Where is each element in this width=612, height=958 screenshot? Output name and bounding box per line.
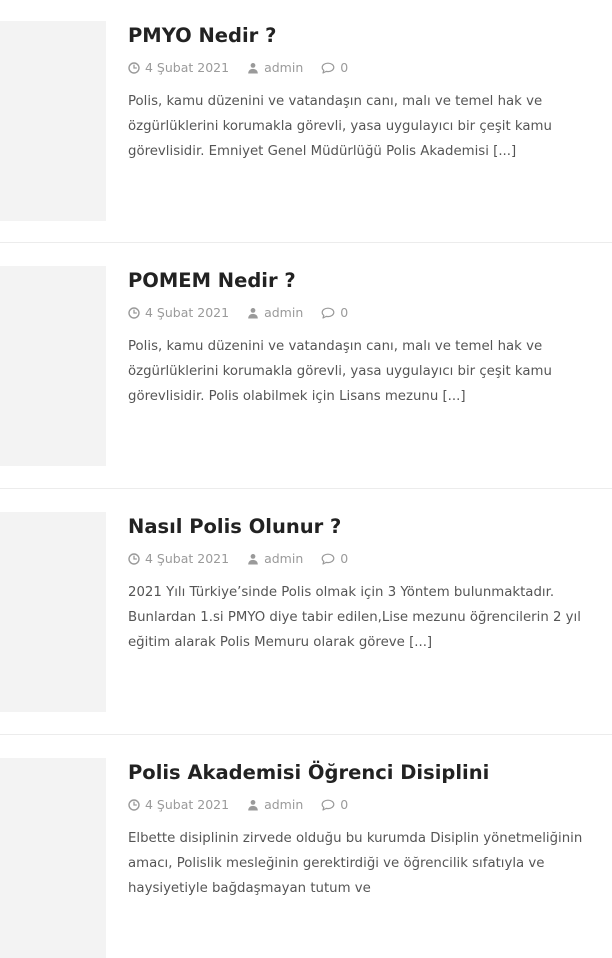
post-author[interactable]: admin: [247, 59, 303, 77]
clock-icon: [128, 799, 140, 811]
post-excerpt-text: Polis, kamu düzenini ve vatandaşın canı,…: [128, 339, 552, 404]
post-thumbnail[interactable]: [0, 758, 106, 958]
clock-icon: [128, 553, 140, 565]
clock-icon: [128, 307, 140, 319]
post-excerpt: Polis, kamu düzenini ve vatandaşın canı,…: [128, 89, 604, 164]
post-date: 4 Şubat 2021: [128, 304, 229, 322]
clock-icon: [128, 62, 140, 74]
post-meta: 4 Şubat 2021 admin 0: [128, 550, 366, 568]
post-excerpt-text: 2021 Yılı Türkiye’sinde Polis olmak için…: [128, 585, 581, 650]
post-date-text: 4 Şubat 2021: [145, 797, 230, 812]
post-divider: [0, 242, 612, 243]
post-date-text: 4 Şubat 2021: [145, 60, 230, 75]
read-more-link[interactable]: [...]: [409, 635, 432, 650]
post-excerpt-text: Polis, kamu düzenini ve vatandaşın canı,…: [128, 94, 552, 159]
post-meta: 4 Şubat 2021 admin 0: [128, 59, 366, 77]
post-excerpt: 2021 Yılı Türkiye’sinde Polis olmak için…: [128, 580, 604, 655]
post-comments-count: 0: [340, 60, 349, 75]
post-author-text: admin: [264, 60, 304, 75]
read-more-link[interactable]: [...]: [493, 144, 516, 159]
user-icon: [248, 63, 258, 74]
post-meta: 4 Şubat 2021 admin 0: [128, 304, 366, 322]
post-item: POMEM Nedir ? 4 Şubat 2021 admin 0 Polis…: [0, 266, 612, 466]
read-more-link[interactable]: [...]: [442, 389, 465, 404]
post-date: 4 Şubat 2021: [128, 550, 229, 568]
post-date-text: 4 Şubat 2021: [145, 305, 230, 320]
post-meta: 4 Şubat 2021 admin 0: [128, 796, 366, 814]
post-excerpt: Polis, kamu düzenini ve vatandaşın canı,…: [128, 334, 604, 409]
post-title[interactable]: PMYO Nedir ?: [128, 22, 276, 50]
post-comments[interactable]: 0: [321, 304, 348, 322]
post-comments-count: 0: [340, 797, 349, 812]
post-author-text: admin: [264, 305, 304, 320]
comment-icon: [321, 62, 335, 74]
comment-icon: [321, 553, 335, 565]
post-excerpt: Elbette disiplinin zirvede olduğu bu kur…: [128, 826, 604, 901]
post-thumbnail[interactable]: [0, 266, 106, 466]
comment-icon: [321, 799, 335, 811]
post-item: Polis Akademisi Öğrenci Disiplini 4 Şuba…: [0, 758, 612, 958]
post-date: 4 Şubat 2021: [128, 796, 229, 814]
user-icon: [248, 800, 258, 811]
post-author[interactable]: admin: [247, 550, 303, 568]
post-author-text: admin: [264, 551, 304, 566]
post-comments-count: 0: [340, 551, 349, 566]
post-divider: [0, 734, 612, 735]
post-item: PMYO Nedir ? 4 Şubat 2021 admin 0 Polis,…: [0, 21, 612, 221]
post-author[interactable]: admin: [247, 796, 303, 814]
post-thumbnail[interactable]: [0, 512, 106, 712]
post-comments[interactable]: 0: [321, 550, 348, 568]
post-author[interactable]: admin: [247, 304, 303, 322]
post-author-text: admin: [264, 797, 304, 812]
post-title[interactable]: POMEM Nedir ?: [128, 267, 296, 295]
post-item: Nasıl Polis Olunur ? 4 Şubat 2021 admin …: [0, 512, 612, 712]
post-thumbnail[interactable]: [0, 21, 106, 221]
post-comments[interactable]: 0: [321, 796, 348, 814]
comment-icon: [321, 307, 335, 319]
post-title[interactable]: Polis Akademisi Öğrenci Disiplini: [128, 759, 489, 787]
user-icon: [248, 308, 258, 319]
post-divider: [0, 488, 612, 489]
user-icon: [248, 554, 258, 565]
post-title[interactable]: Nasıl Polis Olunur ?: [128, 513, 341, 541]
post-comments-count: 0: [340, 305, 349, 320]
post-excerpt-text: Elbette disiplinin zirvede olduğu bu kur…: [128, 831, 583, 896]
post-date: 4 Şubat 2021: [128, 59, 229, 77]
post-comments[interactable]: 0: [321, 59, 348, 77]
post-date-text: 4 Şubat 2021: [145, 551, 230, 566]
